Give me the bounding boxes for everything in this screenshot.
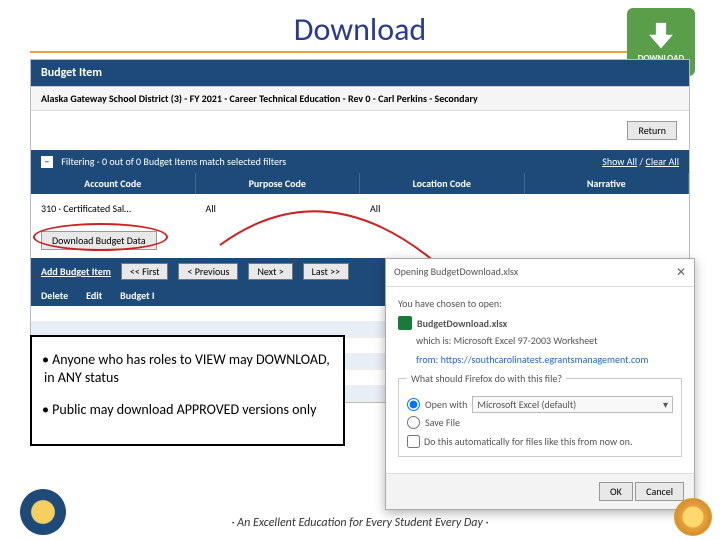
dialog-filetype: which is: Microsoft Excel 97-2003 Worksh…	[416, 334, 682, 347]
clear-all-link[interactable]: Clear All	[645, 155, 679, 168]
callout-bullet-2: Public may download APPROVED versions on…	[44, 401, 331, 419]
col-purpose: Purpose Code	[196, 173, 361, 194]
open-with-combo[interactable]: Microsoft Excel (default) ▾	[472, 396, 673, 413]
save-file-label: Save File	[425, 416, 460, 429]
ok-button[interactable]: OK	[599, 482, 633, 501]
filter-summary: Filtering - 0 out of 0 Budget Items matc…	[61, 155, 286, 168]
auto-label: Do this automatically for files like thi…	[424, 435, 632, 448]
col-narrative: Narrative	[525, 173, 690, 194]
save-file-radio[interactable]	[407, 416, 420, 429]
dialog-filename: BudgetDownload.xlsx	[417, 317, 507, 330]
download-arrow-icon	[644, 21, 678, 51]
prev-button[interactable]: < Previous	[178, 263, 238, 280]
open-with-radio[interactable]	[407, 398, 420, 411]
filter-location[interactable]: All	[360, 199, 525, 218]
corner-badge-icon	[674, 498, 712, 536]
filter-account[interactable]: 310 · Certificated Sal…	[31, 199, 196, 218]
filter-narrative[interactable]	[525, 199, 690, 218]
xlsx-icon	[398, 316, 412, 330]
panel-title: Budget Item	[31, 60, 689, 87]
dialog-chosen: You have chosen to open:	[398, 297, 682, 310]
callout-box: Anyone who has roles to VIEW may DOWNLOA…	[30, 335, 345, 446]
th-delete: Delete	[41, 289, 68, 302]
th-edit: Edit	[86, 289, 102, 302]
filter-columns: Account Code Purpose Code Location Code …	[31, 173, 689, 194]
dialog-from: from: https://southcarolinatest.egrantsm…	[416, 353, 682, 366]
filter-header: − Filtering - 0 out of 0 Budget Items ma…	[31, 150, 689, 173]
col-account: Account Code	[31, 173, 196, 194]
add-budget-link[interactable]: Add Budget Item	[41, 265, 111, 278]
th-budget: Budget I	[120, 289, 154, 302]
dialog-legend: What should Firefox do with this file?	[407, 372, 566, 385]
last-button[interactable]: Last >>	[303, 263, 349, 280]
next-button[interactable]: Next >	[248, 263, 292, 280]
download-dialog: Opening BudgetDownload.xlsx ✕ You have c…	[385, 258, 695, 510]
filter-purpose[interactable]: All	[196, 199, 361, 218]
open-with-label: Open with	[425, 398, 467, 411]
close-icon[interactable]: ✕	[676, 265, 686, 280]
cancel-button[interactable]: Cancel	[635, 482, 684, 501]
chevron-down-icon: ▾	[663, 398, 668, 411]
breadcrumb: Alaska Gateway School District (3) - FY …	[31, 87, 689, 111]
collapse-icon[interactable]: −	[41, 156, 53, 168]
col-location: Location Code	[360, 173, 525, 194]
slide-title: Download	[0, 0, 720, 51]
footer-tagline: · An Excellent Education for Every Stude…	[0, 516, 720, 530]
divider	[30, 51, 690, 53]
auto-checkbox[interactable]	[407, 435, 420, 448]
filter-row: 310 · Certificated Sal… All All	[31, 194, 689, 223]
return-button[interactable]: Return	[627, 121, 677, 140]
dialog-title: Opening BudgetDownload.xlsx	[394, 265, 518, 280]
download-budget-button[interactable]: Download Budget Data	[41, 231, 157, 250]
callout-bullet-1: Anyone who has roles to VIEW may DOWNLOA…	[44, 351, 331, 387]
first-button[interactable]: << First	[121, 263, 169, 280]
show-all-link[interactable]: Show All	[602, 155, 637, 168]
